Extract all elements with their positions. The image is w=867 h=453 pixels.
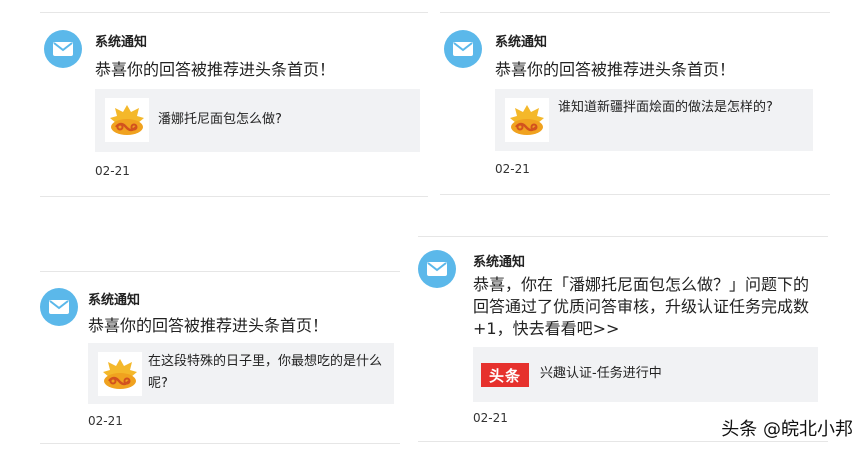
question-title: 在这段特殊的日子里，你最想吃的是什么呢? — [148, 354, 383, 391]
question-title: 潘娜托尼面包怎么做? — [158, 112, 282, 127]
timestamp: 02-21 — [495, 162, 530, 176]
task-status: 兴趣认证-任务进行中 — [540, 366, 662, 381]
divider — [40, 196, 428, 197]
timestamp: 02-21 — [88, 414, 123, 428]
certification-task-link[interactable]: 头条 兴趣认证-任务进行中 — [473, 347, 818, 402]
cloud-logo-icon — [98, 352, 142, 396]
mail-icon — [40, 288, 78, 326]
mail-icon — [444, 30, 482, 68]
sender-name: 系统通知 — [88, 293, 141, 308]
notification-card[interactable]: 系统通知 恭喜你的回答被推荐进头条首页！ 在这段特殊的日子里，你最想吃的是什么呢… — [40, 271, 400, 443]
sender-name: 系统通知 — [495, 35, 548, 50]
cloud-logo-icon — [105, 98, 149, 142]
cloud-logo-icon — [505, 98, 549, 142]
mail-icon — [44, 30, 82, 68]
question-title: 谁知道新疆拌面烩面的做法是怎样的? — [558, 100, 773, 115]
notification-card[interactable]: 系统通知 恭喜你的回答被推荐进头条首页！ 潘娜托尼面包怎么做? 02-21 — [40, 12, 428, 197]
mail-icon — [418, 250, 456, 288]
notification-headline: 恭喜你的回答被推荐进头条首页！ — [495, 60, 736, 79]
notification-headline: 恭喜，你在「潘娜托尼面包怎么做？」问题下的回答通过了优质问答审核，升级认证任务完… — [473, 275, 810, 338]
timestamp: 02-21 — [473, 411, 508, 425]
watermark: 头条 @皖北小邦 — [721, 419, 853, 440]
question-link[interactable]: 潘娜托尼面包怎么做? — [95, 89, 420, 152]
sender-name: 系统通知 — [95, 35, 148, 50]
divider — [418, 441, 828, 442]
divider — [40, 443, 400, 444]
notification-card[interactable]: 系统通知 恭喜你的回答被推荐进头条首页！ 谁知道新疆拌面烩面的做法是怎样的? 0… — [440, 12, 830, 195]
brand-badge: 头条 — [481, 363, 529, 387]
divider — [440, 194, 830, 195]
notification-headline: 恭喜你的回答被推荐进头条首页！ — [88, 316, 329, 335]
sender-name: 系统通知 — [473, 255, 526, 270]
notification-headline: 恭喜你的回答被推荐进头条首页！ — [95, 60, 336, 79]
question-link[interactable]: 谁知道新疆拌面烩面的做法是怎样的? — [495, 89, 813, 151]
timestamp: 02-21 — [95, 164, 130, 178]
question-link[interactable]: 在这段特殊的日子里，你最想吃的是什么呢? — [88, 343, 394, 404]
toutiao-logo: 头条 — [479, 353, 531, 397]
notification-card[interactable]: 系统通知 恭喜，你在「潘娜托尼面包怎么做？」问题下的回答通过了优质问答审核，升级… — [418, 236, 828, 442]
